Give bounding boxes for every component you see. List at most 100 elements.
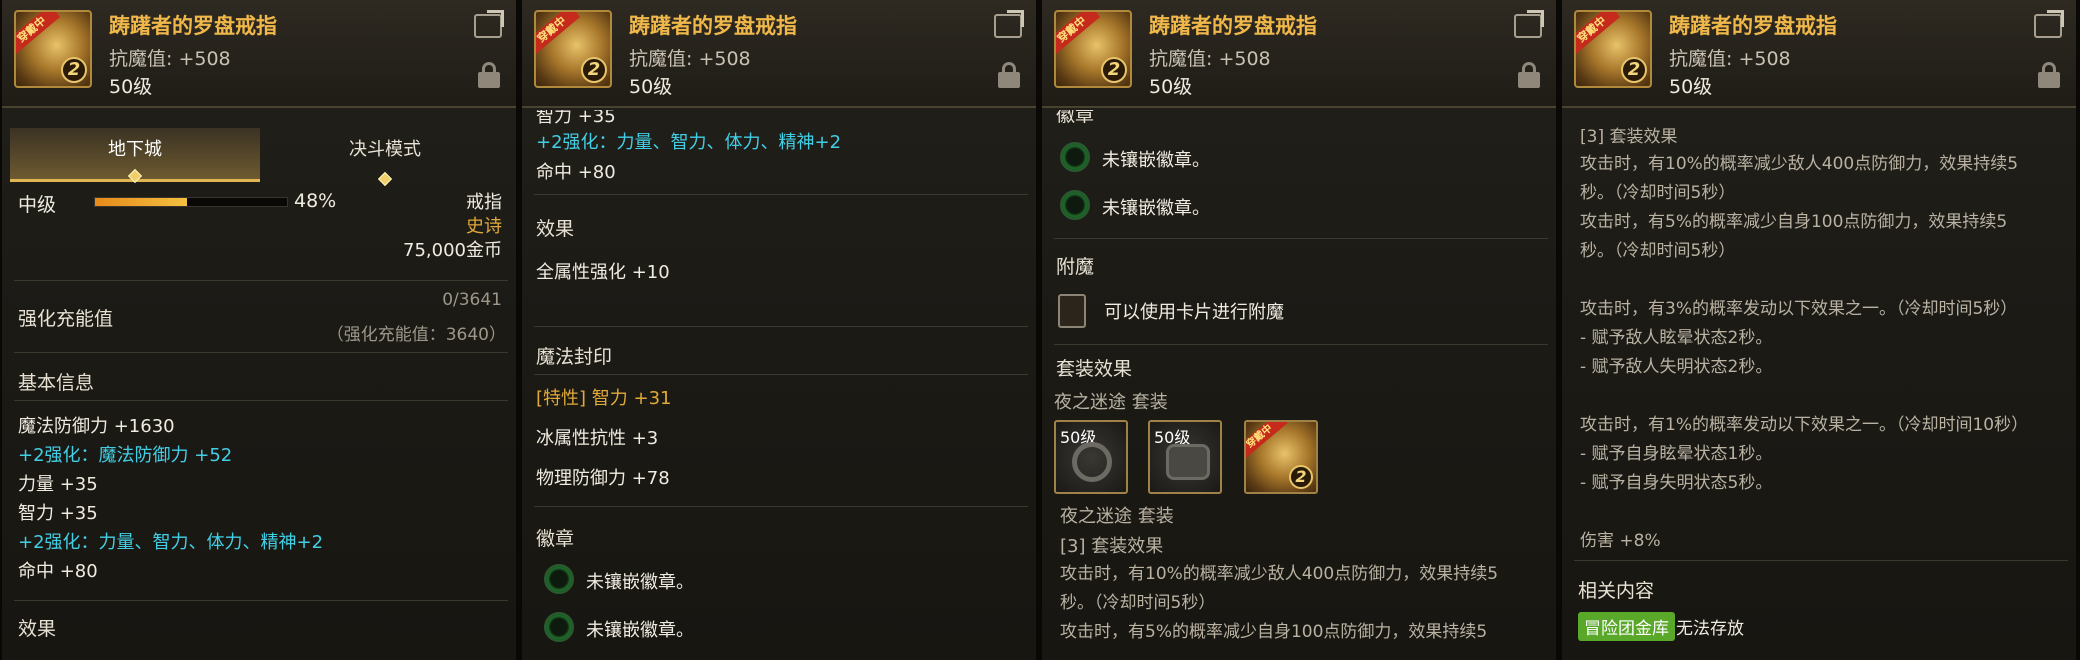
enhance-badge: 2 (1101, 57, 1127, 83)
set-item-necklace[interactable]: 50级 (1054, 420, 1128, 494)
divider (534, 374, 1028, 375)
seal-stat-2: 冰属性抗性 +3 (536, 428, 659, 449)
equipped-band: 穿戴中 (1576, 12, 1621, 56)
set-bonus-3-title: [3] 套装效果 (1060, 536, 1164, 557)
equipped-band: 穿戴中 (536, 12, 581, 56)
set-item-ring[interactable]: 穿戴中 2 (1244, 420, 1318, 494)
emblem-1-text: 未镶嵌徽章。 (586, 572, 694, 593)
mode-tabs: 地下城 决斗模式 (10, 128, 510, 187)
share-icon[interactable] (1514, 14, 1542, 38)
guild-storage-tag: 冒险团金库 (1578, 612, 1675, 641)
item-rarity: 史诗 (466, 216, 502, 237)
tooltip-body: 徽章 未镶嵌徽章。 未镶嵌徽章。 附魔 可以使用卡片进行附魔 套装效果 夜之迷途… (1042, 110, 1556, 660)
lock-icon[interactable] (998, 62, 1020, 88)
stat-line: +2强化：力量、智力、体力、精神+2 (18, 532, 324, 553)
equipped-band: 穿戴中 (1056, 12, 1101, 56)
item-title: 踌躇者的罗盘戒指 (1669, 14, 1837, 38)
divider (1054, 238, 1548, 239)
set-bonus-line: 伤害 +8% (1580, 531, 1661, 551)
set-bonus-line: - 赋予敌人眩晕状态2秒。 (1580, 328, 1773, 348)
emblem-slot-icon[interactable] (544, 564, 574, 594)
equipped-band: 穿戴中 (16, 12, 61, 56)
guild-storage-note: 无法存放 (1676, 619, 1744, 639)
stat-line: 智力 +35 (18, 503, 98, 524)
divider (534, 194, 1028, 195)
necklace-icon (1072, 442, 1112, 482)
tooltip-body: 地下城 决斗模式 中级 48% 戒指 史诗 75,000金币 0/3641 强化… (2, 110, 516, 660)
card-slot-icon[interactable] (1058, 294, 1086, 328)
ring-item-icon: 穿戴中 2 (534, 10, 612, 88)
charge-label: 强化充能值 (18, 308, 114, 330)
item-level: 50级 (109, 76, 153, 98)
tooltip-body: [3] 套装效果 攻击时，有10%的概率减少敌人400点防御力，效果持续5 秒。（… (1562, 110, 2076, 660)
set-bonus-line: 秒。（冷却时间5秒） (1060, 593, 1216, 613)
set-bonus-line: - 赋予敌人失明状态2秒。 (1580, 357, 1773, 377)
item-header: 穿戴中 2 踌躇者的罗盘戒指 抗魔值: +508 50级 (1042, 0, 1556, 108)
set-bonus-3-title: [3] 套装效果 (1580, 127, 1678, 147)
stat-enhance: +2强化：力量、智力、体力、精神+2 (536, 132, 842, 153)
set-title: 套装效果 (1056, 358, 1133, 380)
set-bonus-line (1580, 498, 2028, 527)
item-title: 踌躇者的罗盘戒指 (629, 14, 797, 38)
ring-item-icon: 穿戴中 2 (1054, 10, 1132, 88)
charge-value: 0/3641 (442, 290, 502, 310)
emblem-1-text: 未镶嵌徽章。 (1102, 150, 1210, 171)
set-bonus-line: 秒。（冷却时间5秒） (1580, 241, 1736, 261)
share-icon[interactable] (474, 14, 502, 38)
item-type: 戒指 (466, 192, 502, 213)
set-bonus-line: 秒。（冷却时间5秒） (1580, 183, 1736, 203)
seal-stat-3: 物理防御力 +78 (536, 468, 670, 489)
emblem-slot-icon[interactable] (544, 612, 574, 642)
emblem-slot-icon[interactable] (1060, 142, 1090, 172)
basic-info-title: 基本信息 (18, 372, 95, 394)
item-resist: 抗魔值: +508 (109, 48, 231, 70)
effect-title: 效果 (536, 218, 575, 240)
tab-pvp-label: 决斗模式 (349, 139, 421, 160)
grade-progress-fill (95, 198, 188, 206)
stat-line: 命中 +80 (18, 561, 98, 582)
seal-stat-1-text: [特性] 智力 +31 (536, 388, 672, 409)
set-bonus-lines: 攻击时，有10%的概率减少敌人400点防御力，效果持续5 秒。（冷却时间5秒） 攻击… (1580, 150, 2028, 556)
lock-icon[interactable] (2038, 62, 2060, 88)
set-bonus-line: - 赋予自身失明状态5秒。 (1580, 473, 1773, 493)
set-name-2: 夜之迷途 套装 (1060, 506, 1174, 527)
enchant-title: 附魔 (1056, 256, 1095, 278)
charge-note: （强化充能值：3640） (326, 325, 506, 345)
item-resist: 抗魔值: +508 (1149, 48, 1271, 70)
divider (1054, 344, 1548, 345)
set-bonus-line: - 赋予自身眩晕状态1秒。 (1580, 444, 1773, 464)
divider (534, 326, 1028, 327)
emblem-2-text: 未镶嵌徽章。 (586, 620, 694, 641)
share-icon[interactable] (994, 14, 1022, 38)
tab-dungeon[interactable]: 地下城 (10, 128, 260, 184)
item-title: 踌躇者的罗盘戒指 (1149, 14, 1317, 38)
tab-pvp[interactable]: 决斗模式 (260, 128, 510, 187)
diamond-icon (127, 168, 143, 184)
lock-icon[interactable] (1518, 62, 1540, 88)
seal-stat-1: [特性] 智力 +31 (536, 384, 671, 410)
equipped-band: 穿戴中 (1246, 422, 1288, 462)
stat-line: +2强化：魔法防御力 +52 (18, 445, 233, 466)
lock-icon[interactable] (478, 62, 500, 88)
set-bonus-line: 攻击时，有5%的概率减少自身100点防御力，效果持续5 (1580, 212, 2008, 232)
item-level: 50级 (1149, 76, 1193, 98)
emblem-title: 徽章 (536, 528, 575, 550)
stat-line: 力量 +35 (18, 474, 98, 495)
tooltip-panel-2: 穿戴中 2 踌躇者的罗盘戒指 抗魔值: +508 50级 智力 +35 +2强化… (520, 0, 1038, 660)
set-name: 夜之迷途 套装 (1054, 392, 1168, 413)
emblem-slot-icon[interactable] (1060, 190, 1090, 220)
set-bonus-line: 攻击时，有3%的概率发动以下效果之一。（冷却时间5秒） (1580, 299, 2018, 319)
divider (14, 280, 508, 281)
item-level: 50级 (1669, 76, 1713, 98)
divider (14, 400, 508, 401)
grade-percent: 48% (294, 190, 337, 212)
tooltip-panel-1: 穿戴中 2 踌躇者的罗盘戒指 抗魔值: +508 50级 地下城 决斗模式 中级… (0, 0, 518, 660)
diamond-icon (377, 171, 393, 187)
tooltip-body: 智力 +35 +2强化：力量、智力、体力、精神+2 命中 +80 效果 全属性强… (522, 110, 1036, 660)
item-level: 50级 (629, 76, 673, 98)
stat-line: 魔法防御力 +1630 (18, 416, 175, 437)
set-bonus-line: 攻击时，有1%的概率发动以下效果之一。（冷却时间10秒） (1580, 415, 2029, 435)
share-icon[interactable] (2034, 14, 2062, 38)
item-header: 穿戴中 2 踌躇者的罗盘戒指 抗魔值: +508 50级 (2, 0, 516, 108)
set-item-bracelet[interactable]: 50级 (1148, 420, 1222, 494)
